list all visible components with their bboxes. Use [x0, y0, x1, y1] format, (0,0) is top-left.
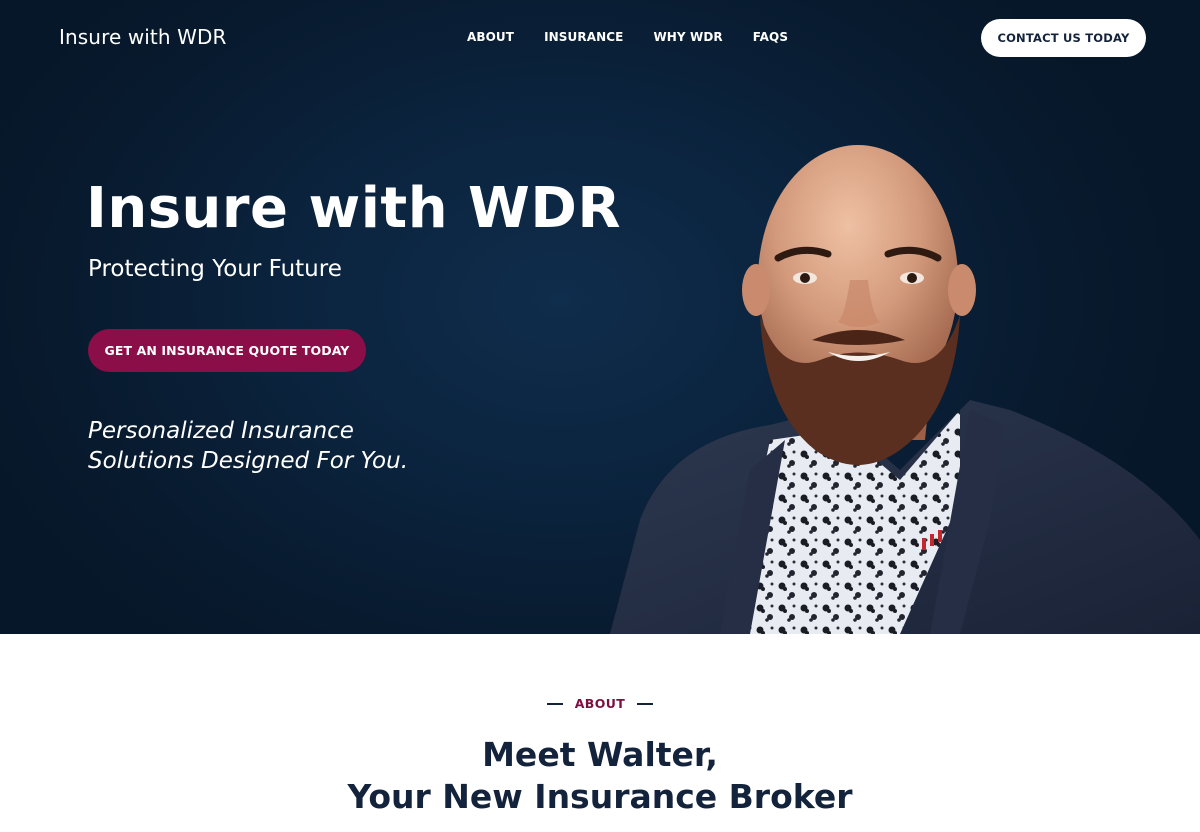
about-title: Meet Walter, Your New Insurance Broker — [0, 734, 1200, 818]
nav-link-why-wdr[interactable]: WHY WDR — [653, 30, 722, 44]
eyebrow-label: ABOUT — [574, 696, 626, 711]
contact-us-button[interactable]: CONTACT US TODAY — [981, 19, 1146, 57]
eyebrow-dash-left — [546, 702, 563, 705]
nav-link-about[interactable]: ABOUT — [467, 30, 514, 44]
nav-link-insurance[interactable]: INSURANCE — [544, 30, 623, 44]
tagline-line-2: Solutions Designed For You. — [88, 448, 409, 474]
about-eyebrow: ABOUT — [0, 696, 1200, 711]
site-logo[interactable]: Insure with WDR — [59, 25, 226, 49]
get-quote-button[interactable]: GET AN INSURANCE QUOTE TODAY — [88, 329, 366, 372]
about-title-line-2: Your New Insurance Broker — [347, 777, 853, 816]
hero-section: Insure with WDR ABOUT INSURANCE WHY WDR … — [0, 0, 1200, 634]
hero-subtitle: Protecting Your Future — [88, 256, 342, 282]
about-section: ABOUT Meet Walter, Your New Insurance Br… — [0, 634, 1200, 832]
eyebrow-dash-right — [637, 702, 654, 705]
about-title-line-1: Meet Walter, — [482, 735, 718, 774]
hero-title: Insure with WDR — [86, 176, 621, 241]
tagline-line-1: Personalized Insurance — [88, 418, 354, 444]
hero-tagline: Personalized Insurance Solutions Designe… — [88, 416, 408, 476]
portrait-photo — [610, 145, 1200, 634]
top-navigation: Insure with WDR ABOUT INSURANCE WHY WDR … — [0, 0, 1200, 76]
nav-link-faqs[interactable]: FAQS — [753, 30, 788, 44]
nav-links: ABOUT INSURANCE WHY WDR FAQS — [467, 30, 816, 44]
